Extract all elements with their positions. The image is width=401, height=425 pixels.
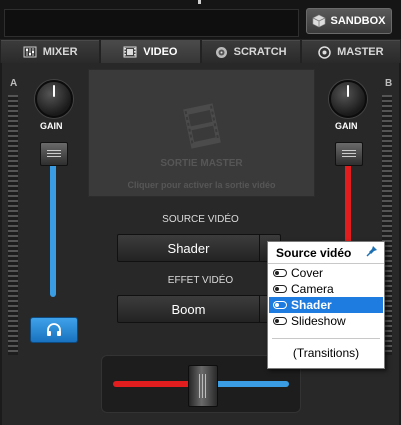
- dropdown-divider: [268, 263, 384, 264]
- vinyl-icon: [215, 46, 227, 58]
- headphone-button[interactable]: [30, 317, 78, 343]
- mixer-icon: [23, 46, 37, 58]
- tab-video-label: VIDEO: [143, 46, 178, 58]
- crossfader-handle[interactable]: [188, 365, 218, 407]
- film-icon: [123, 46, 137, 58]
- sandbox-label: SANDBOX: [330, 15, 386, 27]
- target-icon: [318, 45, 331, 59]
- volume-fader-handle-a[interactable]: [40, 142, 68, 166]
- toggle-icon: [273, 317, 287, 325]
- tab-video[interactable]: VIDEO: [101, 40, 200, 63]
- tab-mixer-label: MIXER: [42, 46, 78, 58]
- toggle-icon: [273, 269, 287, 277]
- menu-item-label: Cover: [291, 266, 324, 280]
- cube-icon: [313, 14, 326, 28]
- effect-video-select[interactable]: Boom ▼: [117, 295, 281, 323]
- preview-title: SORTIE MASTER: [160, 158, 243, 169]
- menu-item-label: Camera: [291, 282, 334, 296]
- tab-master-label: MASTER: [337, 46, 384, 58]
- source-video-label: SOURCE VIDÉO: [162, 214, 239, 225]
- deck-a-level-meter: [8, 95, 18, 355]
- deck-b-label: B: [385, 78, 393, 89]
- effect-video-value: Boom: [171, 301, 206, 317]
- pin-icon[interactable]: [366, 245, 378, 260]
- dropdown-title: Source vidéo: [276, 246, 352, 260]
- menu-item-slideshow[interactable]: Slideshow: [269, 313, 383, 329]
- menu-item-shader[interactable]: Shader: [269, 297, 383, 313]
- menu-item-camera[interactable]: Camera: [269, 281, 383, 297]
- toggle-icon: [273, 285, 287, 293]
- gain-label-a: GAIN: [40, 121, 63, 131]
- knob-indicator: [347, 85, 349, 97]
- deck-a-label: A: [10, 78, 18, 89]
- menu-item-transitions[interactable]: (Transitions): [268, 346, 384, 360]
- gain-knob-b[interactable]: [329, 80, 367, 118]
- tab-scratch[interactable]: SCRATCH: [201, 40, 300, 63]
- film-reel-icon: [183, 103, 221, 149]
- knob-indicator: [53, 85, 55, 97]
- source-video-dropdown: Source vidéo Cover Camera Shader Slidesh…: [267, 241, 385, 369]
- tab-master[interactable]: MASTER: [301, 40, 400, 63]
- sandbox-button[interactable]: SANDBOX: [306, 8, 392, 34]
- volume-fader-handle-b[interactable]: [335, 142, 363, 166]
- tab-mixer[interactable]: MIXER: [1, 40, 100, 63]
- source-video-value: Shader: [167, 240, 210, 256]
- dropdown-divider: [272, 338, 380, 339]
- tab-bar: MIXER VIDEO SCRATCH MASTER: [0, 39, 401, 63]
- preview-subtitle: Cliquer pour activer la sortie vidéo: [127, 180, 276, 190]
- tab-scratch-label: SCRATCH: [233, 46, 287, 58]
- menu-item-label: Slideshow: [291, 314, 346, 328]
- menu-item-label: Shader: [291, 298, 332, 312]
- gain-knob-a[interactable]: [35, 80, 73, 118]
- menu-item-cover[interactable]: Cover: [269, 265, 383, 281]
- source-video-select[interactable]: Shader ▼: [117, 234, 281, 262]
- top-marker: [198, 0, 201, 4]
- volume-fader-track-a[interactable]: [50, 162, 56, 297]
- video-preview[interactable]: SORTIE MASTER Cliquer pour activer la so…: [88, 69, 315, 197]
- gain-label-b: GAIN: [335, 121, 358, 131]
- toggle-icon: [273, 301, 287, 309]
- headphones-icon: [47, 323, 61, 336]
- top-display: [4, 9, 299, 37]
